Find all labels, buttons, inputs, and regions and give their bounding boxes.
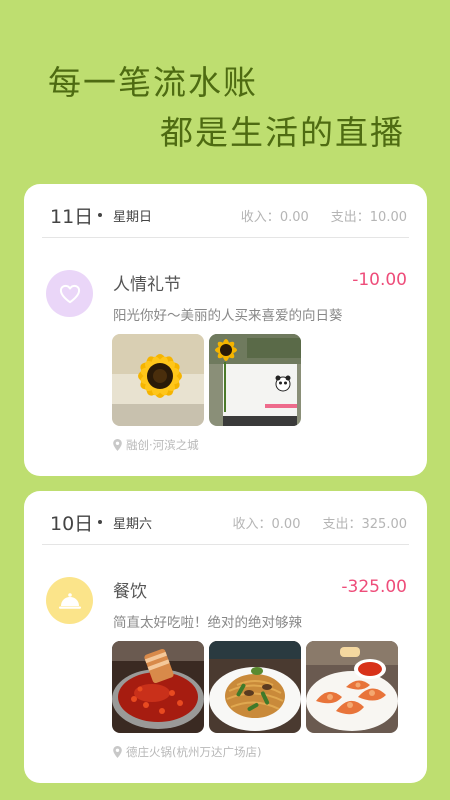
hero-line-2: 都是生活的直播 [160, 113, 405, 152]
location-pin-icon [113, 439, 122, 451]
sunflower-panda-photo[interactable] [209, 334, 301, 426]
entry-photos [112, 334, 301, 426]
expense-value: 325.00 [361, 517, 408, 532]
category-icon-badge [46, 577, 93, 624]
expense-value: 10.00 [369, 210, 407, 225]
weekday: 星期日 [113, 210, 153, 225]
heart-icon [59, 284, 80, 303]
expense-label: 支出： [330, 210, 370, 225]
income-label: 收入： [232, 517, 272, 532]
day-header: 10日 星期六 收入：0.00 支出：325.00 [42, 491, 409, 545]
day-card[interactable]: 10日 星期六 收入：0.00 支出：325.00 餐饮 -325.00 简直太好… [24, 491, 427, 783]
day-number: 10日 [50, 513, 94, 535]
shrimp-photo[interactable] [306, 641, 398, 733]
entry-location: 融创·河滨之城 [113, 437, 199, 453]
entry-description: 简直太好吃啦！绝对的绝对够辣 [113, 615, 302, 631]
food-cloche-icon [58, 592, 81, 609]
day-header: 11日 星期日 收入：0.00 支出：10.00 [42, 184, 409, 238]
weekday: 星期六 [113, 517, 153, 532]
entry-amount: -325.00 [341, 577, 407, 597]
day-summary: 收入：0.00 支出：325.00 [233, 513, 407, 532]
entry-location: 德庄火锅(杭州万达广场店) [113, 744, 261, 760]
hero-line-1: 每一笔流水账 [48, 63, 258, 102]
day-number: 11日 [50, 206, 94, 228]
category-icon-badge [46, 270, 93, 317]
location-pin-icon [113, 746, 122, 758]
income-label: 收入： [240, 210, 280, 225]
day-summary: 收入：0.00 支出：10.00 [241, 206, 407, 225]
income-value: 0.00 [271, 517, 301, 532]
day-card[interactable]: 11日 星期日 收入：0.00 支出：10.00 人情礼节 -10.00 阳光你好… [24, 184, 427, 476]
entry-photos [112, 641, 398, 733]
entry-amount: -10.00 [352, 270, 407, 290]
sunflower-photo[interactable] [112, 334, 204, 426]
location-text: 德庄火锅(杭州万达广场店) [126, 745, 262, 759]
entry-description: 阳光你好～美丽的人买来喜爱的向日葵 [113, 308, 343, 324]
expense-label: 支出： [322, 517, 362, 532]
category-name: 人情礼节 [113, 275, 181, 295]
noodles-photo[interactable] [209, 641, 301, 733]
category-name: 餐饮 [113, 582, 147, 602]
separator-dot [98, 520, 102, 524]
hotpot-photo[interactable] [112, 641, 204, 733]
income-value: 0.00 [279, 210, 309, 225]
location-text: 融创·河滨之城 [126, 438, 199, 452]
separator-dot [98, 213, 102, 217]
